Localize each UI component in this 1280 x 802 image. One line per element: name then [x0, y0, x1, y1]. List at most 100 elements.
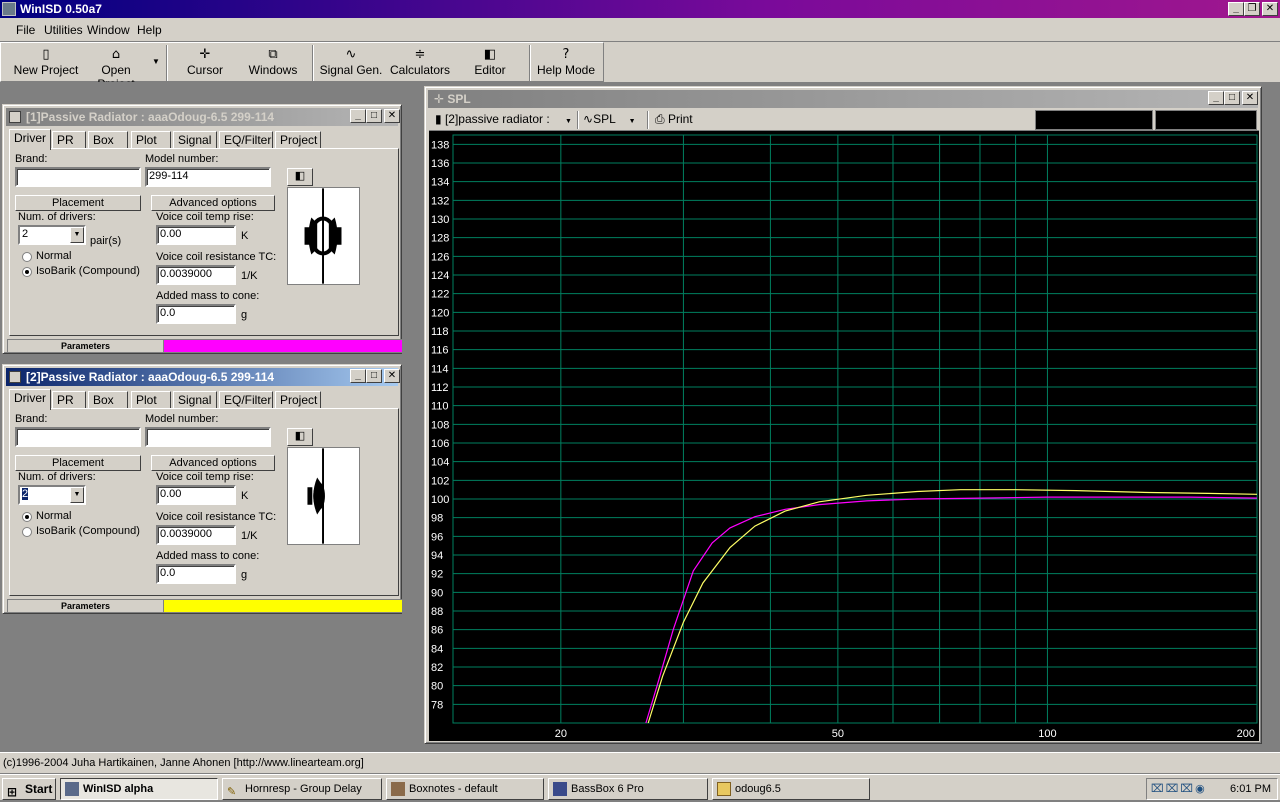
- window-2-title-bar[interactable]: [2]Passive Radiator : aaaOdoug-6.5 299-1…: [6, 368, 400, 386]
- maximize-icon[interactable]: □: [1224, 91, 1240, 105]
- new-project-button[interactable]: ▯ New Project: [11, 47, 81, 79]
- folder-icon: [717, 782, 731, 796]
- menu-utilities[interactable]: Utilities: [44, 23, 83, 37]
- placement-button[interactable]: Placement: [15, 195, 141, 211]
- num-drivers-select[interactable]: 2 ▼: [18, 485, 86, 505]
- editor-button[interactable]: ◧ Editor: [459, 47, 521, 79]
- app-icon: [553, 782, 567, 796]
- y-tick-label: 112: [431, 382, 449, 394]
- maximize-icon[interactable]: □: [366, 369, 382, 383]
- taskbar-item-bassbox[interactable]: BassBox 6 Pro: [548, 778, 708, 800]
- close-icon[interactable]: ✕: [1262, 2, 1278, 16]
- window-1-title-bar[interactable]: [1]Passive Radiator : aaaOdoug-6.5 299-1…: [6, 108, 400, 126]
- y-tick-label: 78: [431, 699, 443, 711]
- tab-signal[interactable]: Signal: [173, 391, 217, 409]
- tab-driver[interactable]: Driver: [9, 129, 51, 150]
- brand-field[interactable]: [15, 427, 141, 447]
- tab-signal[interactable]: Signal: [173, 131, 217, 149]
- taskbar-item-folder[interactable]: odoug6.5: [712, 778, 870, 800]
- taskbar: ⊞ Start WinISD alpha ✎ Hornresp - Group …: [0, 774, 1280, 800]
- menu-help[interactable]: Help: [137, 23, 162, 37]
- driver-browse-button[interactable]: ◧: [287, 428, 313, 446]
- app-icon[interactable]: [2, 2, 16, 16]
- tab-plot[interactable]: Plot: [131, 391, 171, 409]
- chevron-down-icon[interactable]: ▼: [70, 487, 84, 503]
- minimize-icon[interactable]: _: [1228, 2, 1244, 16]
- windows-button[interactable]: ⧉ Windows: [241, 47, 305, 79]
- taskbar-item-winisd[interactable]: WinISD alpha: [60, 778, 218, 800]
- vc-temp-field[interactable]: 0.00: [156, 485, 236, 505]
- vc-temp-field[interactable]: 0.00: [156, 225, 236, 245]
- close-icon[interactable]: ✕: [384, 109, 400, 123]
- mass-field[interactable]: 0.0: [156, 304, 236, 324]
- radio-isobarik[interactable]: [22, 267, 32, 277]
- tray-icons[interactable]: ⌧⌧⌧◉: [1151, 779, 1207, 799]
- help-mode-button[interactable]: ? Help Mode: [533, 47, 599, 79]
- radio-isobarik[interactable]: [22, 527, 32, 537]
- vc-res-field[interactable]: 0.0039000: [156, 525, 236, 545]
- tab-box[interactable]: Box: [88, 131, 128, 149]
- num-drivers-label: Num. of drivers:: [18, 471, 96, 483]
- restore-icon[interactable]: ❐: [1244, 2, 1260, 16]
- tab-project[interactable]: Project: [275, 391, 321, 409]
- cursor-button[interactable]: ✛ Cursor: [173, 47, 237, 79]
- open-project-dropdown-icon[interactable]: ▼: [152, 57, 160, 66]
- system-tray: ⌧⌧⌧◉ 6:01 PM: [1146, 778, 1278, 800]
- clock[interactable]: 6:01 PM: [1230, 779, 1271, 799]
- spl-title-bar[interactable]: ✛ SPL _ □ ✕: [428, 90, 1258, 108]
- project-select[interactable]: ▮ [2]passive radiator : ▼: [435, 112, 572, 126]
- close-icon[interactable]: ✕: [384, 369, 400, 383]
- network-icon: ⌧: [1151, 783, 1166, 795]
- parameters-label: Parameters: [8, 340, 164, 352]
- parameters-bar[interactable]: Parameters: [7, 599, 403, 613]
- y-tick-label: 130: [431, 214, 449, 226]
- tab-eq-filter[interactable]: EQ/Filter: [219, 391, 273, 409]
- tab-project[interactable]: Project: [275, 131, 321, 149]
- mass-label: Added mass to cone:: [156, 290, 260, 302]
- y-tick-label: 118: [431, 326, 449, 338]
- chevron-down-icon[interactable]: ▼: [70, 227, 84, 243]
- model-field[interactable]: 299-114: [145, 167, 271, 187]
- calculators-button[interactable]: ≑ Calculators: [387, 47, 453, 79]
- taskbar-item-boxnotes[interactable]: Boxnotes - default: [386, 778, 544, 800]
- minimize-icon[interactable]: _: [1208, 91, 1224, 105]
- radio-normal[interactable]: [22, 512, 32, 522]
- parameters-bar[interactable]: Parameters: [7, 339, 403, 353]
- minimize-icon[interactable]: _: [350, 369, 366, 383]
- tab-box[interactable]: Box: [88, 391, 128, 409]
- y-tick-label: 136: [431, 158, 449, 170]
- maximize-icon[interactable]: □: [366, 109, 382, 123]
- brand-field[interactable]: [15, 167, 141, 187]
- print-button[interactable]: ⎙ Print: [655, 112, 693, 127]
- taskbar-item-hornresp[interactable]: ✎ Hornresp - Group Delay: [222, 778, 382, 800]
- close-icon[interactable]: ✕: [1242, 91, 1258, 105]
- tab-pr[interactable]: PR: [52, 131, 86, 149]
- advanced-options-button[interactable]: Advanced options: [151, 195, 275, 211]
- radio-normal[interactable]: [22, 252, 32, 262]
- minimize-icon[interactable]: _: [350, 109, 366, 123]
- spl-plot[interactable]: 78 80 82 84 86 88 90 92 94 96 98 100 102 104 106 108 110…: [429, 131, 1259, 741]
- passive-radiator-window-1: [1]Passive Radiator : aaaOdoug-6.5 299-1…: [2, 104, 403, 354]
- driver-browse-button[interactable]: ◧: [287, 168, 313, 186]
- tab-driver[interactable]: Driver: [9, 389, 51, 410]
- mass-field[interactable]: 0.0: [156, 564, 236, 584]
- model-field[interactable]: [145, 427, 271, 447]
- series-color-swatch: [164, 340, 402, 352]
- tab-eq-filter[interactable]: EQ/Filter: [219, 131, 273, 149]
- signal-gen-button[interactable]: ∿ Signal Gen.: [317, 47, 385, 79]
- mass-label: Added mass to cone:: [156, 550, 260, 562]
- tab-pr[interactable]: PR: [52, 391, 86, 409]
- menu-window[interactable]: Window: [87, 23, 130, 37]
- vc-res-field[interactable]: 0.0039000: [156, 265, 236, 285]
- parameters-label: Parameters: [8, 600, 164, 612]
- tab-plot[interactable]: Plot: [131, 131, 171, 149]
- open-project-button[interactable]: ⌂ Open Project: [81, 47, 151, 91]
- open-folder-icon: ⌂: [111, 47, 121, 62]
- menu-file[interactable]: File: [16, 23, 35, 37]
- graph-type-select[interactable]: ∿SPL ▼: [583, 112, 636, 126]
- num-drivers-select[interactable]: 2 ▼: [18, 225, 86, 245]
- advanced-options-button[interactable]: Advanced options: [151, 455, 275, 471]
- mass-unit: g: [241, 569, 248, 581]
- placement-button[interactable]: Placement: [15, 455, 141, 471]
- start-button[interactable]: ⊞ Start: [2, 778, 56, 800]
